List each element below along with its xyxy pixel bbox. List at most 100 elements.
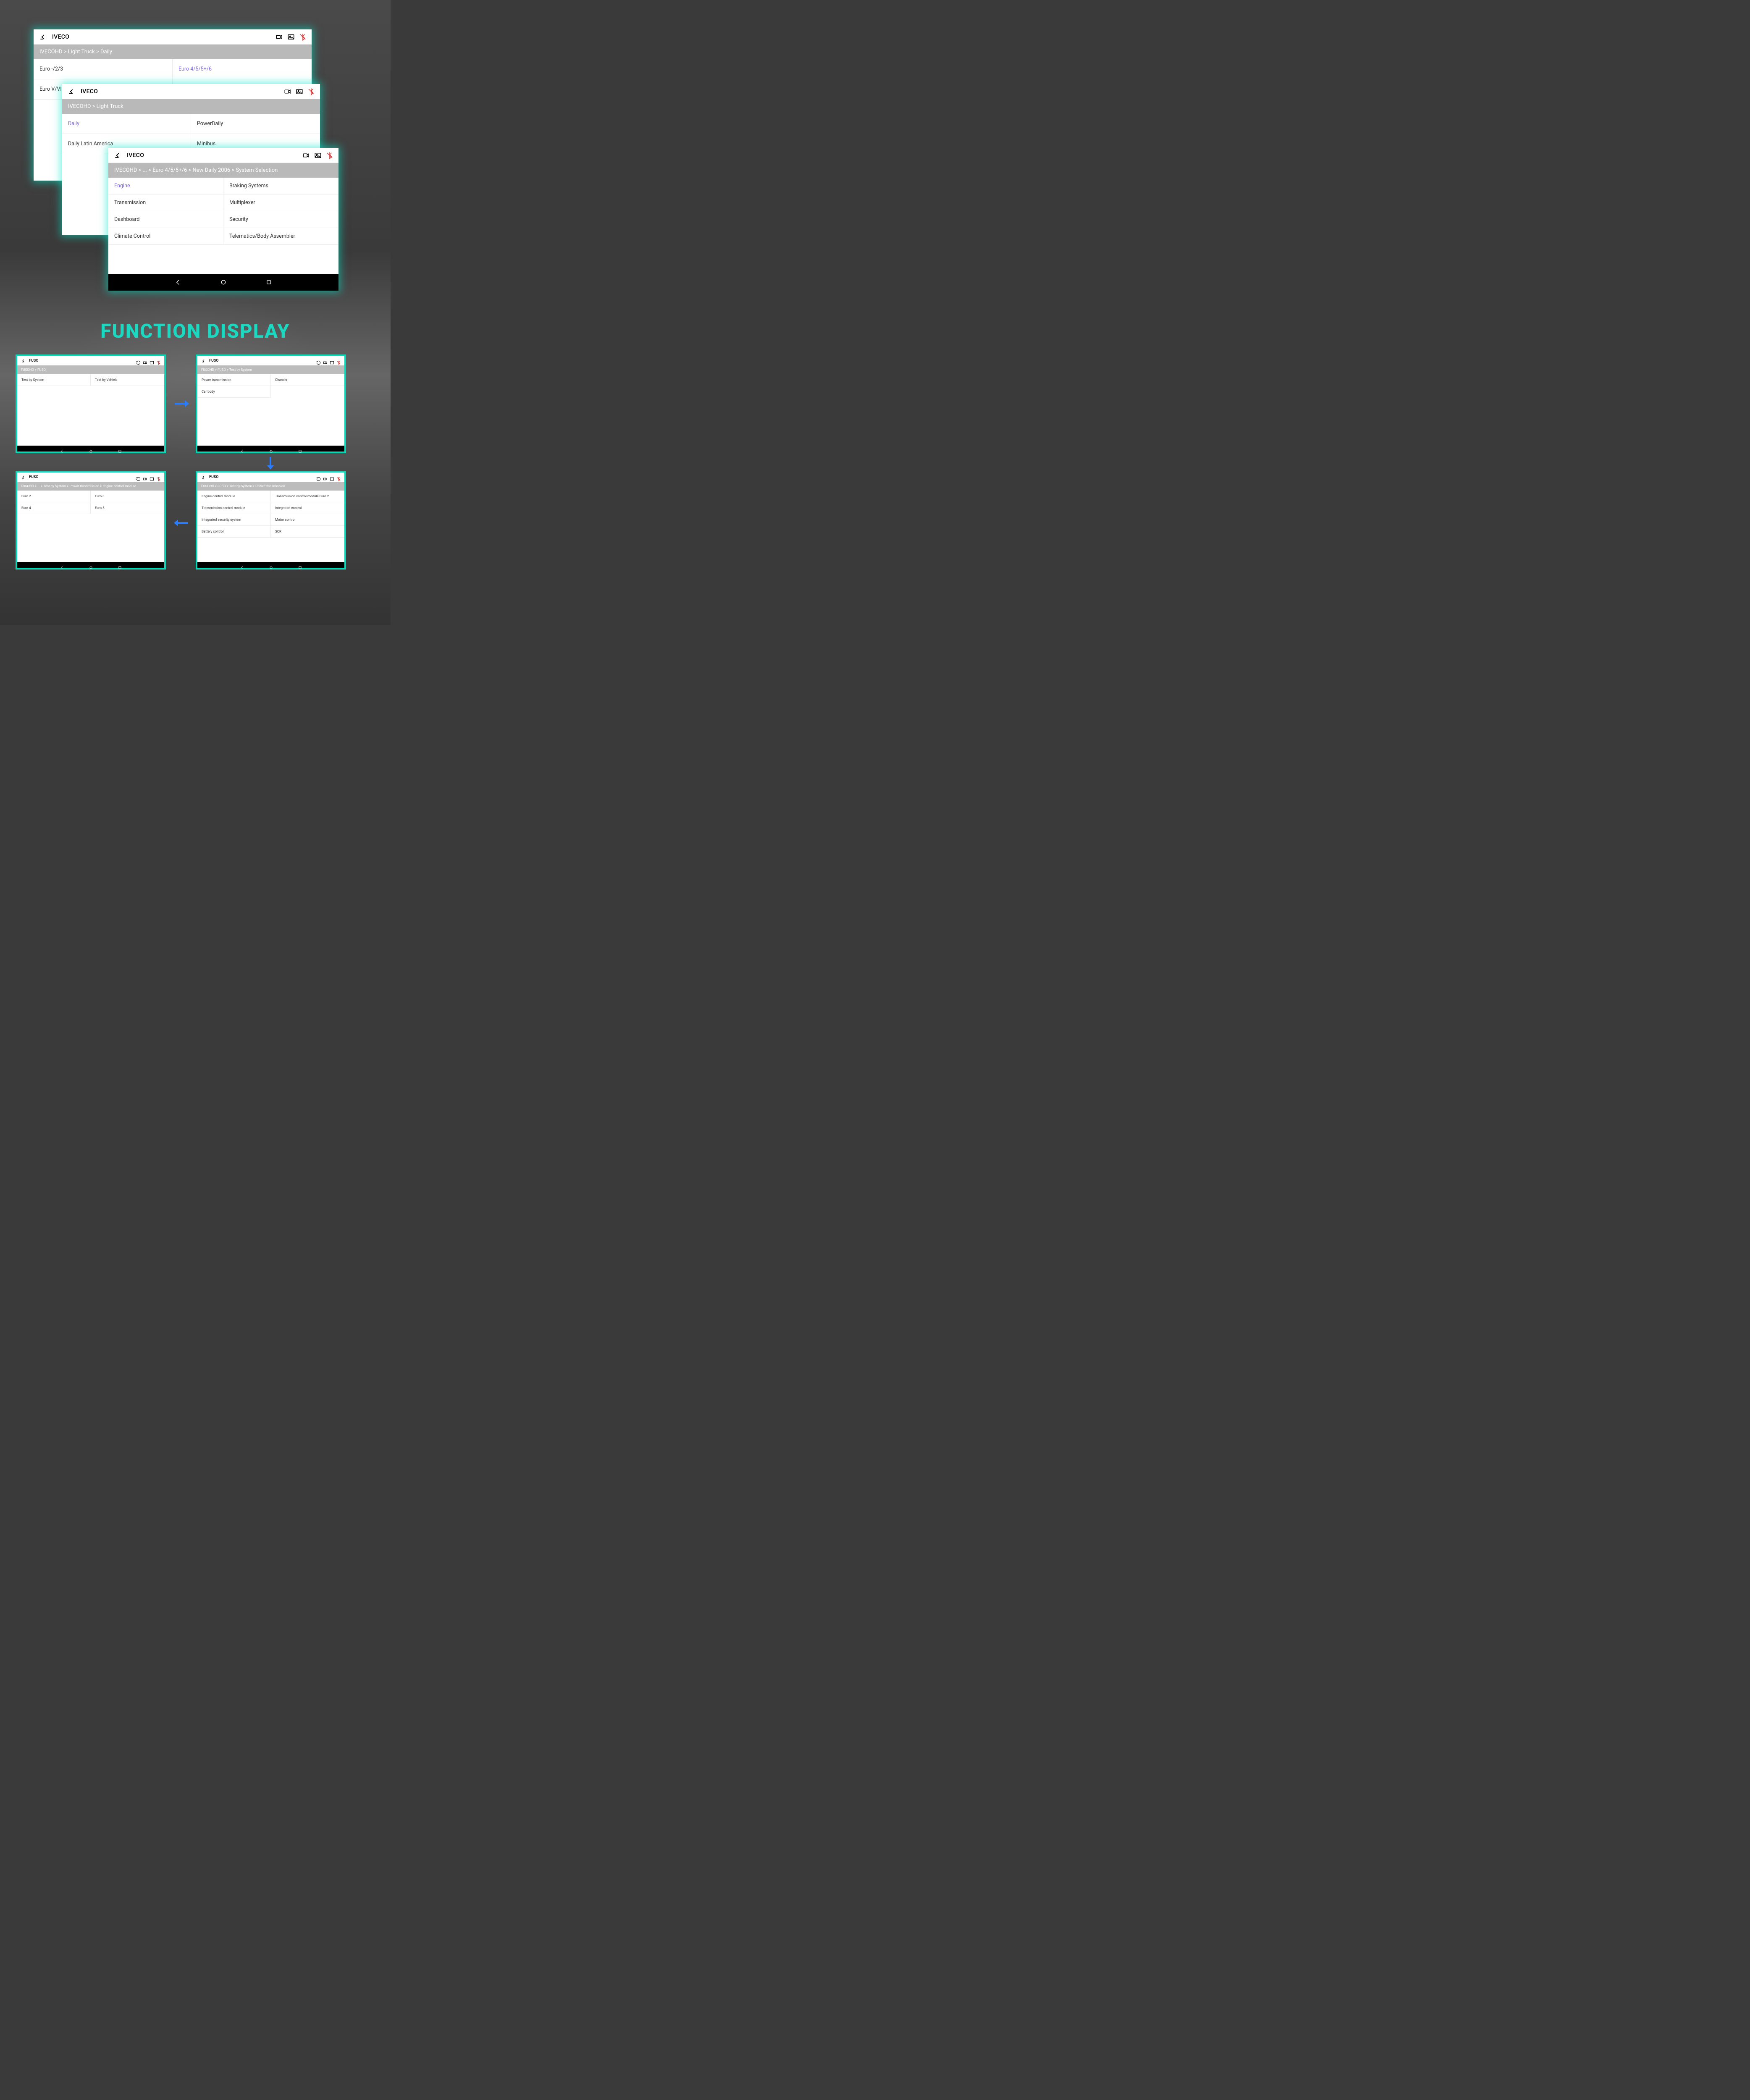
option-grid: Euro 2 Euro 3 Euro 4 Euro 5 — [17, 491, 164, 514]
option-euro-3[interactable]: Euro 3 — [91, 491, 164, 502]
refresh-icon[interactable] — [136, 359, 141, 363]
video-icon[interactable] — [323, 359, 328, 363]
fuso-panel-4: FUSO FUSOHD > ... > Test by System > Pow… — [16, 471, 166, 570]
image-icon[interactable] — [150, 359, 154, 363]
back-button[interactable] — [67, 87, 76, 96]
nav-back-icon[interactable] — [174, 278, 182, 286]
nav-recent-icon[interactable] — [118, 563, 122, 567]
option-euro-4-5-6[interactable]: Euro 4/5/5+/6 — [173, 59, 312, 79]
bluetooth-off-icon[interactable] — [326, 152, 333, 159]
option-security[interactable]: Security — [223, 211, 338, 228]
option-climate[interactable]: Climate Control — [108, 228, 223, 245]
refresh-icon[interactable] — [316, 475, 321, 480]
option-integrated-control[interactable]: Integrated control — [271, 502, 344, 514]
nav-home-icon[interactable] — [89, 563, 93, 567]
breadcrumb: IVECOHD > ... > Euro 4/5/5+/6 > New Dail… — [108, 163, 338, 178]
refresh-icon[interactable] — [316, 359, 321, 363]
option-grid: Engine Braking Systems Transmission Mult… — [108, 178, 338, 245]
bluetooth-off-icon[interactable] — [307, 88, 315, 95]
option-motor-control[interactable]: Motor control — [271, 514, 344, 526]
nav-back-icon[interactable] — [240, 563, 244, 567]
app-title: IVECO — [81, 88, 98, 95]
android-navbar — [17, 562, 164, 568]
option-integrated-security[interactable]: Integrated security system — [197, 514, 271, 526]
option-trans-control-euro2[interactable]: Transmission control module Euro 2 — [271, 491, 344, 502]
nav-recent-icon[interactable] — [118, 447, 122, 451]
video-icon[interactable] — [275, 33, 283, 41]
breadcrumb: IVECOHD > Light Truck — [62, 99, 320, 114]
iveco-panel-3: IVECO IVECOHD > ... > Euro 4/5/5+/6 > Ne… — [108, 148, 338, 291]
back-button[interactable] — [201, 474, 207, 480]
option-euro-2-3[interactable]: Euro -/2/3 — [34, 59, 173, 79]
nav-back-icon[interactable] — [60, 447, 64, 451]
video-icon[interactable] — [302, 152, 310, 159]
option-chassis[interactable]: Chassis — [271, 374, 344, 386]
image-icon[interactable] — [314, 152, 322, 159]
back-button[interactable] — [39, 32, 48, 42]
video-icon[interactable] — [323, 475, 328, 480]
nav-recent-icon[interactable] — [298, 447, 302, 451]
nav-home-icon[interactable] — [269, 447, 273, 451]
panel-header: FUSO — [17, 472, 164, 482]
option-daily[interactable]: Daily — [62, 114, 191, 134]
back-button[interactable] — [21, 474, 26, 480]
option-powerdaily[interactable]: PowerDaily — [191, 114, 320, 134]
nav-recent-icon[interactable] — [298, 563, 302, 567]
image-icon[interactable] — [296, 88, 303, 95]
nav-home-icon[interactable] — [220, 278, 227, 286]
option-dashboard[interactable]: Dashboard — [108, 211, 223, 228]
option-multiplexer[interactable]: Multiplexer — [223, 194, 338, 211]
option-euro-4[interactable]: Euro 4 — [17, 502, 91, 514]
bluetooth-off-icon[interactable] — [336, 359, 341, 363]
option-engine-control[interactable]: Engine control module — [197, 491, 271, 502]
option-engine[interactable]: Engine — [108, 178, 223, 194]
back-button[interactable] — [113, 151, 123, 160]
option-car-body[interactable]: Car body — [197, 386, 271, 398]
panel-body — [108, 245, 338, 274]
bluetooth-off-icon[interactable] — [156, 359, 161, 363]
android-navbar — [197, 562, 344, 568]
option-euro-5[interactable]: Euro 5 — [91, 502, 164, 514]
bluetooth-off-icon[interactable] — [299, 33, 307, 41]
bluetooth-off-icon[interactable] — [336, 475, 341, 480]
video-icon[interactable] — [143, 475, 147, 480]
video-icon[interactable] — [143, 359, 147, 363]
nav-home-icon[interactable] — [269, 563, 273, 567]
option-euro-2[interactable]: Euro 2 — [17, 491, 91, 502]
video-icon[interactable] — [284, 88, 291, 95]
nav-back-icon[interactable] — [240, 447, 244, 451]
headline: FUNCTION DISPLAY — [100, 320, 290, 343]
option-empty — [271, 386, 344, 398]
image-icon[interactable] — [150, 475, 154, 480]
option-trans-control[interactable]: Transmission control module — [197, 502, 271, 514]
fuso-panel-3: FUSO FUSOHD > FUSO > Test by System > Po… — [196, 471, 346, 570]
panel-body — [197, 538, 344, 562]
nav-recent-icon[interactable] — [265, 278, 273, 286]
panel-header: IVECO — [62, 84, 320, 99]
option-scr[interactable]: SCR — [271, 526, 344, 538]
option-battery-control[interactable]: Battery control — [197, 526, 271, 538]
nav-back-icon[interactable] — [60, 563, 64, 567]
option-test-by-system[interactable]: Test by System — [17, 374, 91, 386]
breadcrumb: FUSOHD > FUSO > Test by System — [197, 365, 344, 374]
breadcrumb: IVECOHD > Light Truck > Daily — [34, 45, 312, 59]
refresh-icon[interactable] — [136, 475, 141, 480]
arrow-left-icon — [174, 515, 189, 532]
option-transmission[interactable]: Transmission — [108, 194, 223, 211]
back-button[interactable] — [21, 358, 26, 364]
option-telematics[interactable]: Telematics/Body Assembler — [223, 228, 338, 245]
image-icon[interactable] — [330, 475, 334, 480]
option-braking[interactable]: Braking Systems — [223, 178, 338, 194]
breadcrumb: FUSOHD > FUSO > Test by System > Power t… — [197, 482, 344, 491]
bluetooth-off-icon[interactable] — [156, 475, 161, 480]
app-title: IVECO — [127, 152, 144, 159]
panel-body — [17, 386, 164, 446]
nav-home-icon[interactable] — [89, 447, 93, 451]
option-power-transmission[interactable]: Power transmission — [197, 374, 271, 386]
image-icon[interactable] — [330, 359, 334, 363]
arrow-right-icon — [174, 396, 189, 412]
option-test-by-vehicle[interactable]: Test by Vehicle — [91, 374, 164, 386]
back-button[interactable] — [201, 358, 207, 364]
image-icon[interactable] — [287, 33, 295, 41]
panel-header: FUSO — [17, 356, 164, 365]
